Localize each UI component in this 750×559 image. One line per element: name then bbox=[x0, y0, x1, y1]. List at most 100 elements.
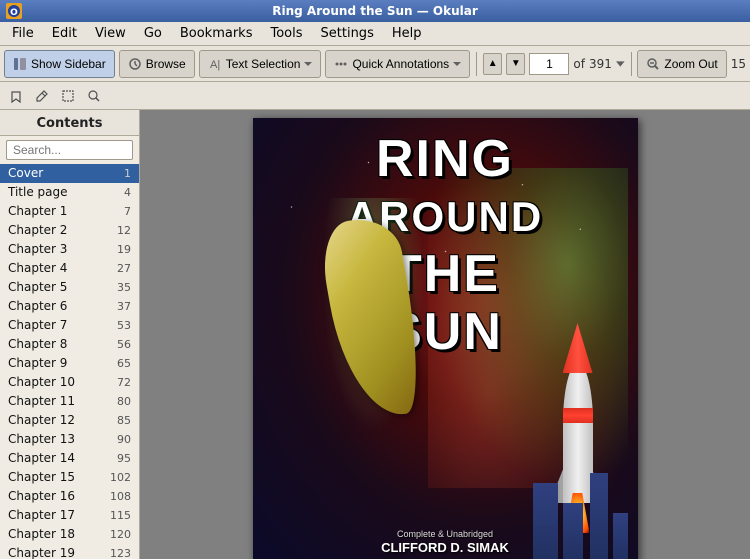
annotations-icon bbox=[334, 57, 348, 71]
toc-item-page: 12 bbox=[117, 222, 131, 239]
svg-text:O: O bbox=[10, 8, 18, 18]
toc-item-page: 4 bbox=[124, 184, 131, 201]
toc-item[interactable]: Chapter 1 7 bbox=[0, 202, 139, 221]
toc-item-label: Chapter 7 bbox=[8, 317, 67, 334]
toc-item[interactable]: Chapter 19 123 bbox=[0, 544, 139, 559]
toc-item[interactable]: Chapter 12 85 bbox=[0, 411, 139, 430]
zoom-out-button[interactable]: Zoom Out bbox=[637, 50, 726, 78]
toc-item-label: Cover bbox=[8, 165, 43, 182]
toc-item-label: Chapter 16 bbox=[8, 488, 75, 505]
menu-edit[interactable]: Edit bbox=[44, 24, 85, 43]
toc-item[interactable]: Chapter 427 bbox=[0, 259, 139, 278]
title-bar: O Ring Around the Sun — Okular bbox=[0, 0, 750, 22]
menu-go[interactable]: Go bbox=[136, 24, 170, 43]
toc-item-label: Chapter 9 bbox=[8, 355, 67, 372]
toc-item[interactable]: Chapter 1495 bbox=[0, 449, 139, 468]
menu-view[interactable]: View bbox=[87, 24, 134, 43]
sidebar-title: Contents bbox=[0, 110, 139, 136]
toc-item-page: 1 bbox=[124, 165, 131, 182]
toc-item[interactable]: Chapter 1072 bbox=[0, 373, 139, 392]
sidebar-icon bbox=[13, 57, 27, 71]
tool-magnify-btn[interactable] bbox=[82, 84, 106, 108]
toolbar-divider-1 bbox=[476, 52, 477, 76]
toc-item-page: 85 bbox=[117, 412, 131, 429]
tool-select-btn[interactable] bbox=[56, 84, 80, 108]
main-area: Contents Cover1Title page4Chapter 17Chap… bbox=[0, 110, 750, 559]
total-pages: 391 bbox=[589, 57, 612, 71]
sidebar: Contents Cover1Title page4Chapter 17Chap… bbox=[0, 110, 140, 559]
toc-item-label: Chapter 19 bbox=[8, 545, 75, 559]
toc-item-page: 7 bbox=[124, 203, 131, 220]
toc-item[interactable]: Cover 1 bbox=[0, 164, 139, 183]
toc-item-page: 90 bbox=[117, 431, 131, 448]
toc-item-page: 35 bbox=[117, 279, 131, 296]
toc-item[interactable]: Title page 4 bbox=[0, 183, 139, 202]
toc-item-label: Chapter 5 bbox=[8, 279, 67, 296]
toc-item-page: 102 bbox=[110, 469, 131, 486]
text-selection-button[interactable]: A| Text Selection bbox=[199, 50, 322, 78]
toc-item-page: 80 bbox=[117, 393, 131, 410]
content-area[interactable]: RING AROUND THE SUN bbox=[140, 110, 750, 559]
menu-settings[interactable]: Settings bbox=[313, 24, 382, 43]
text-selection-icon: A| bbox=[208, 57, 222, 71]
toc-item-page: 37 bbox=[117, 298, 131, 315]
annotations-dropdown-icon bbox=[453, 60, 461, 68]
rocket-stripe bbox=[563, 408, 593, 423]
toc-item-page: 123 bbox=[110, 545, 131, 559]
cover-title-ring: RING bbox=[263, 133, 628, 185]
toc-item[interactable]: Chapter 3 19 bbox=[0, 240, 139, 259]
rocket-tip bbox=[563, 323, 593, 373]
cover-author: CLIFFORD D. SIMAK bbox=[253, 540, 638, 555]
toc-item-label: Chapter 1 bbox=[8, 203, 67, 220]
toc-item-page: 19 bbox=[117, 241, 131, 258]
toc-item-page: 108 bbox=[110, 488, 131, 505]
show-sidebar-button[interactable]: Show Sidebar bbox=[4, 50, 115, 78]
dropdown-arrow-icon bbox=[304, 60, 312, 68]
toc-item[interactable]: Chapter 212 bbox=[0, 221, 139, 240]
toc-item-page: 115 bbox=[110, 507, 131, 524]
toc-item[interactable]: Chapter 18120 bbox=[0, 525, 139, 544]
toc-item[interactable]: Chapter 5 35 bbox=[0, 278, 139, 297]
browse-icon bbox=[128, 57, 142, 71]
toc-item[interactable]: Chapter 17 115 bbox=[0, 506, 139, 525]
toc-item-label: Chapter 17 bbox=[8, 507, 75, 524]
toc-item-page: 56 bbox=[117, 336, 131, 353]
app-icon: O bbox=[6, 3, 22, 19]
svg-text:A|: A| bbox=[210, 59, 220, 71]
toc-item-label: Chapter 4 bbox=[8, 260, 67, 277]
menu-tools[interactable]: Tools bbox=[262, 24, 310, 43]
menu-bookmarks[interactable]: Bookmarks bbox=[172, 24, 261, 43]
toc-item-label: Chapter 10 bbox=[8, 374, 75, 391]
menu-help[interactable]: Help bbox=[384, 24, 430, 43]
toc-item-label: Title page bbox=[8, 184, 68, 201]
toc-item[interactable]: Chapter 637 bbox=[0, 297, 139, 316]
toc-item-page: 120 bbox=[110, 526, 131, 543]
toc-item[interactable]: Chapter 965 bbox=[0, 354, 139, 373]
tool-annotate-btn[interactable] bbox=[30, 84, 54, 108]
toc-item[interactable]: Chapter 1180 bbox=[0, 392, 139, 411]
toc-item[interactable]: Chapter 13 90 bbox=[0, 430, 139, 449]
toc-item[interactable]: Chapter 16 108 bbox=[0, 487, 139, 506]
page-up-button[interactable]: ▲ bbox=[483, 53, 502, 75]
page-number-input[interactable] bbox=[529, 53, 569, 75]
toc-search-input[interactable] bbox=[6, 140, 133, 160]
browse-button[interactable]: Browse bbox=[119, 50, 195, 78]
toc-item-label: Chapter 3 bbox=[8, 241, 67, 258]
window-title: Ring Around the Sun — Okular bbox=[272, 4, 478, 18]
zoom-value: 15 bbox=[731, 57, 746, 71]
toc-list: Cover1Title page4Chapter 17Chapter 212Ch… bbox=[0, 164, 139, 559]
toc-item[interactable]: Chapter 15102 bbox=[0, 468, 139, 487]
tools-toolbar bbox=[0, 82, 750, 110]
magnify-icon bbox=[86, 88, 102, 104]
tool-browse-btn[interactable] bbox=[4, 84, 28, 108]
page-down-button[interactable]: ▼ bbox=[506, 53, 525, 75]
toc-item-label: Chapter 12 bbox=[8, 412, 75, 429]
toc-item[interactable]: Chapter 856 bbox=[0, 335, 139, 354]
select-icon bbox=[60, 88, 76, 104]
book-cover: RING AROUND THE SUN bbox=[253, 118, 638, 559]
toc-item[interactable]: Chapter 753 bbox=[0, 316, 139, 335]
cover-subtitle: Complete & Unabridged bbox=[253, 529, 638, 539]
menu-file[interactable]: File bbox=[4, 24, 42, 43]
toc-item-label: Chapter 13 bbox=[8, 431, 75, 448]
quick-annotations-button[interactable]: Quick Annotations bbox=[325, 50, 470, 78]
